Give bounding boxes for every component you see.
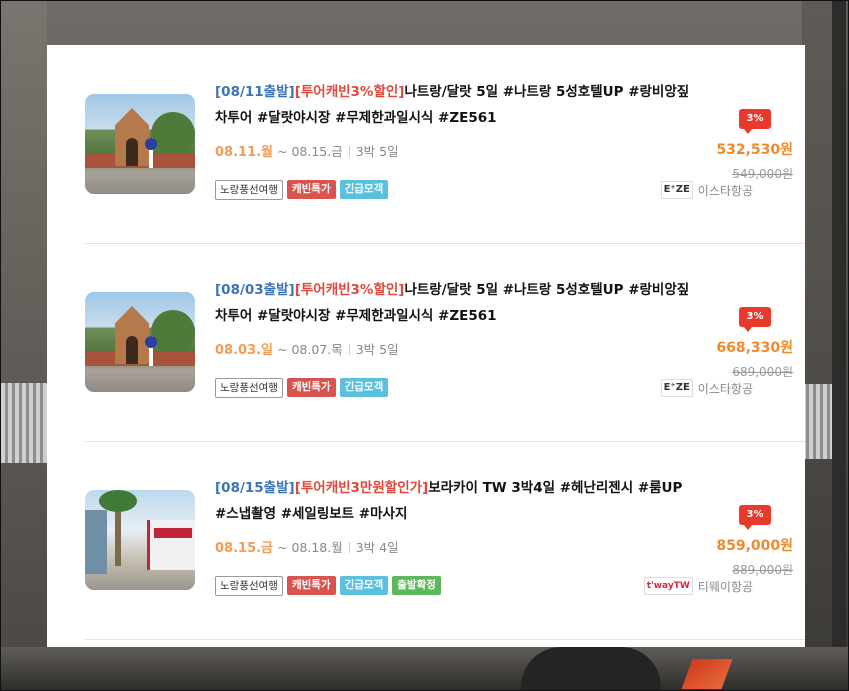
product-title[interactable]: [08/11출발][투어캐빈3%할인]나트랑/달랏 5일 #나트랑 5성호텔UP… xyxy=(215,79,695,131)
travel-dates: 08.03.일 ~ 08.07.목 3박 5일 xyxy=(215,339,399,358)
airline-info: E⁺ZE 이스타항공 xyxy=(597,181,753,199)
thumb-building xyxy=(85,510,107,574)
tag-list: 노랑풍선여행 캐빈특가 긴급모객 xyxy=(215,378,389,398)
pole xyxy=(832,1,846,690)
airline-logo-icon: E⁺ZE xyxy=(660,379,693,397)
product-title[interactable]: [08/15출발][투어캐빈3만원할인가]보라카이 TW 3박4일 #헤난리젠시… xyxy=(215,475,695,527)
sale-price: 532,530원 xyxy=(716,142,793,158)
thumb-palm xyxy=(99,490,137,566)
airline-info: E⁺ZE 이스타항공 xyxy=(597,379,753,397)
date-end: ~ 08.07.목 xyxy=(277,342,343,357)
depart-tag: [08/03출발] xyxy=(215,282,295,298)
divider xyxy=(348,146,350,157)
date-start: 08.11.월 xyxy=(215,145,274,160)
divider xyxy=(348,344,350,355)
tag-agency: 노랑풍선여행 xyxy=(215,576,283,596)
tag-confirmed: 출발확정 xyxy=(392,576,441,595)
travel-dates: 08.11.월 ~ 08.15.금 3박 5일 xyxy=(215,141,399,160)
date-start: 08.15.금 xyxy=(215,541,274,556)
depart-tag: [08/15출발] xyxy=(215,480,295,496)
airline-logo-icon: t'wayTW xyxy=(643,577,693,595)
list-item[interactable]: [08/15출발][투어캐빈3만원할인가]보라카이 TW 3박4일 #헤난리젠시… xyxy=(85,441,805,640)
tag-list: 노랑풍선여행 캐빈특가 긴급모객 출발확정 xyxy=(215,576,441,596)
thumb-door xyxy=(126,336,138,364)
tag-cabin-special: 캐빈특가 xyxy=(286,378,336,397)
list-item[interactable]: [08/03출발][투어캐빈3%할인]나트랑/달랏 5일 #나트랑 5성호텔UP… xyxy=(85,243,805,442)
tag-agency: 노랑풍선여행 xyxy=(215,378,283,398)
travel-dates: 08.15.금 ~ 08.18.월 3박 4일 xyxy=(215,537,399,556)
screenshot-frame: [08/11출발][투어캐빈3%할인]나트랑/달랏 5일 #나트랑 5성호텔UP… xyxy=(0,0,849,691)
tag-urgent: 긴급모객 xyxy=(339,576,389,595)
background-right xyxy=(802,1,848,690)
airline-info: t'wayTW 티웨이항공 xyxy=(597,577,753,595)
background-bottom xyxy=(1,647,848,690)
awning-left xyxy=(1,383,47,463)
duration: 3박 5일 xyxy=(355,342,399,357)
list-item[interactable]: [08/11출발][투어캐빈3%할인]나트랑/달랏 5일 #나트랑 5성호텔UP… xyxy=(85,45,805,244)
product-list-panel: [08/11출발][투어캐빈3%할인]나트랑/달랏 5일 #나트랑 5성호텔UP… xyxy=(47,45,805,647)
thumb-tree xyxy=(151,112,195,156)
date-end: ~ 08.18.월 xyxy=(277,540,343,555)
date-end: ~ 08.15.금 xyxy=(277,144,343,159)
duration: 3박 4일 xyxy=(355,540,399,555)
airline-name: 이스타항공 xyxy=(697,381,753,396)
thumb-sign xyxy=(145,336,157,366)
awning-right xyxy=(802,384,832,459)
airline-logo-icon: E⁺ZE xyxy=(660,181,693,199)
tag-cabin-special: 캐빈특가 xyxy=(286,180,336,199)
product-thumbnail[interactable] xyxy=(85,490,195,590)
discount-badge: 3% xyxy=(739,307,771,332)
original-price: 689,000원 xyxy=(732,365,793,379)
tag-cabin-special: 캐빈특가 xyxy=(286,576,336,595)
thumb-door xyxy=(126,138,138,166)
tag-urgent: 긴급모객 xyxy=(339,378,389,397)
thumb-tree xyxy=(151,310,195,354)
sale-price: 668,330원 xyxy=(716,340,793,356)
duration: 3박 5일 xyxy=(355,144,399,159)
airline-name: 이스타항공 xyxy=(697,183,753,198)
thumb-sign xyxy=(145,138,157,168)
date-start: 08.03.일 xyxy=(215,343,274,358)
sale-price: 859,000원 xyxy=(716,538,793,554)
original-price: 549,000원 xyxy=(732,167,793,181)
promo-tag: [투어캐빈3만원할인가] xyxy=(294,480,429,496)
promo-tag: [투어캐빈3%할인] xyxy=(294,84,405,100)
background-left xyxy=(1,1,47,690)
tag-list: 노랑풍선여행 캐빈특가 긴급모객 xyxy=(215,180,389,200)
discount-badge: 3% xyxy=(739,505,771,530)
product-thumbnail[interactable] xyxy=(85,94,195,194)
divider xyxy=(348,542,350,553)
airline-name: 티웨이항공 xyxy=(697,579,753,594)
discount-badge: 3% xyxy=(739,109,771,134)
original-price: 889,000원 xyxy=(732,563,793,577)
promo-tag: [투어캐빈3%할인] xyxy=(294,282,405,298)
tag-agency: 노랑풍선여행 xyxy=(215,180,283,200)
thumb-shop xyxy=(147,520,195,570)
product-title[interactable]: [08/03출발][투어캐빈3%할인]나트랑/달랏 5일 #나트랑 5성호텔UP… xyxy=(215,277,695,329)
depart-tag: [08/11출발] xyxy=(215,84,295,100)
bg-car xyxy=(681,659,733,689)
bg-shadow xyxy=(521,647,661,690)
tag-urgent: 긴급모객 xyxy=(339,180,389,199)
product-thumbnail[interactable] xyxy=(85,292,195,392)
